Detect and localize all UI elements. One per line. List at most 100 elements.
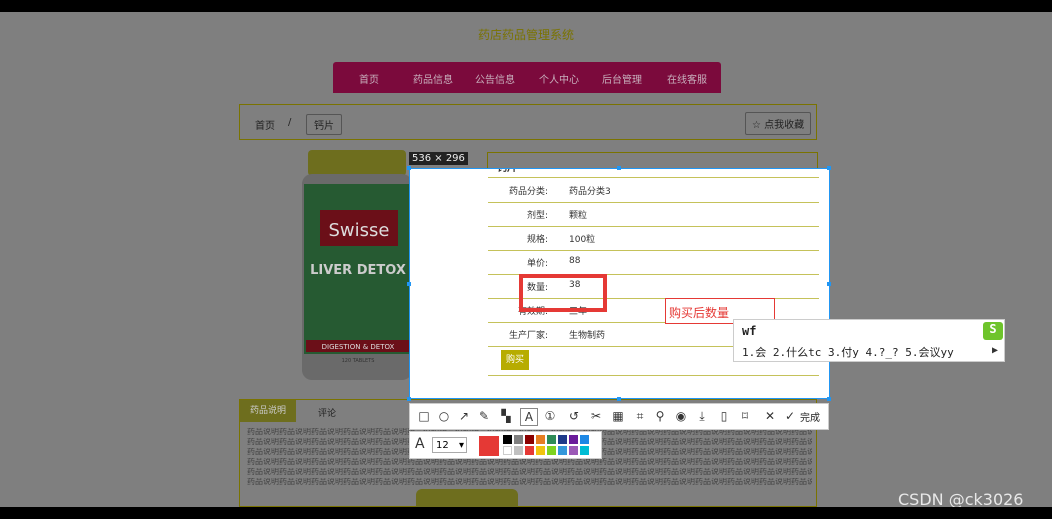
product-count-text: 120 TABLETS [342, 358, 375, 364]
pen-icon[interactable]: ✎ [476, 408, 492, 424]
tab-description[interactable]: 药品说明 [240, 400, 296, 422]
table-row: 单价: 88 [488, 250, 819, 275]
table-bottom-border [488, 375, 819, 376]
nav-item-drugs[interactable]: 药品信息 [413, 71, 453, 86]
table-row: 药品分类: 药品分类3 [488, 178, 819, 203]
field-label: 规格: [526, 235, 548, 245]
field-label: 药品分类: [508, 187, 548, 197]
rect-icon[interactable]: □ [416, 408, 432, 424]
color-swatch[interactable] [558, 435, 567, 444]
field-label: 剂型: [526, 211, 548, 221]
ime-input: wf [742, 324, 757, 338]
phone-icon[interactable]: ▯ [716, 408, 732, 424]
arrow-icon[interactable]: ↗ [456, 408, 472, 424]
color-swatch[interactable] [514, 446, 523, 455]
font-icon: A [415, 436, 425, 452]
breadcrumb-separator: / [288, 117, 292, 128]
ime-candidate-window: wf S 1.会 2.什么tc 3.付y 4.?_? 5.会议yy ▶ [733, 319, 1005, 362]
field-value: 颗粒 [569, 211, 588, 221]
resize-handle[interactable] [827, 397, 831, 401]
text-style-bar: A 12 ▾ [409, 431, 602, 459]
product-sub-text: DIGESTION & DETOX [322, 343, 395, 351]
pin-icon[interactable]: ⚲ [652, 408, 668, 424]
nav-item-admin[interactable]: 后台管理 [602, 71, 642, 86]
description-text: 药品说明药品说明药品说明药品说明药品说明药品说明药品说明药品说明药品说明药品说明… [247, 468, 812, 476]
main-nav: 首页 药品信息 公告信息 个人中心 后台管理 在线客服 [333, 62, 721, 93]
color-swatch[interactable] [525, 435, 534, 444]
tab-comments[interactable]: 评论 [318, 406, 336, 419]
description-text: 药品说明药品说明药品说明药品说明药品说明药品说明药品说明药品说明药品说明药品说明… [247, 478, 812, 486]
number-icon[interactable]: ① [542, 408, 558, 424]
bottom-black-bar [0, 507, 1052, 519]
sogou-logo-icon: S [983, 322, 1003, 340]
color-swatch[interactable] [514, 435, 523, 444]
capture-selection[interactable]: 钙片 药品分类: 药品分类3 剂型: 颗粒 规格: 100粒 单价: 88 数量: 38 … [409, 168, 830, 399]
breadcrumb-home[interactable]: 首页 [255, 117, 275, 132]
resize-handle[interactable] [407, 397, 411, 401]
color-swatch[interactable] [580, 435, 589, 444]
color-swatch[interactable] [547, 446, 556, 455]
nav-item-home[interactable]: 首页 [359, 71, 379, 86]
field-label: 单价: [526, 259, 548, 269]
color-swatch[interactable] [536, 446, 545, 455]
done-button[interactable]: 完成 [800, 409, 820, 424]
ime-candidates[interactable]: 1.会 2.什么tc 3.付y 4.?_? 5.会议yy [742, 344, 954, 360]
color-swatch[interactable] [503, 446, 512, 455]
breadcrumb: 首页 / 钙片 ☆ 点我收藏 [239, 104, 817, 140]
check-icon: ✓ [784, 409, 796, 423]
field-value: 生物制药 [569, 331, 606, 341]
color-swatch[interactable] [547, 435, 556, 444]
product-brand-text: Swisse [329, 220, 390, 241]
mosaic-icon[interactable]: ▚ [498, 408, 514, 424]
close-icon[interactable]: ✕ [762, 408, 778, 424]
product-line-text: LIVER DETOX [310, 263, 406, 278]
color-swatch[interactable] [525, 446, 534, 455]
selection-dimensions: 536 × 296 [409, 152, 468, 165]
ocr-icon[interactable]: ▦ [610, 408, 626, 424]
text-icon[interactable]: A [520, 408, 538, 426]
table-row: 规格: 100粒 [488, 226, 819, 251]
table-top-border [488, 169, 819, 178]
nav-item-notices[interactable]: 公告信息 [475, 71, 515, 86]
product-image: Swisse LIVER DETOX DIGESTION & DETOX 120… [302, 150, 412, 380]
color-swatch[interactable] [536, 435, 545, 444]
bookmark-icon[interactable]: ⌑ [737, 408, 753, 424]
color-swatch[interactable] [569, 446, 578, 455]
field-value: 88 [569, 256, 581, 266]
font-size-select[interactable]: 12 ▾ [432, 437, 467, 453]
top-black-bar [0, 0, 1052, 12]
resize-handle[interactable] [827, 166, 831, 170]
nav-item-support[interactable]: 在线客服 [667, 71, 707, 86]
record-icon[interactable]: ◉ [673, 408, 689, 424]
color-swatch[interactable] [580, 446, 589, 455]
scissors-icon[interactable]: ✂ [588, 408, 604, 424]
ellipse-icon[interactable]: ○ [436, 408, 452, 424]
field-value: 药品分类3 [569, 187, 611, 197]
nav-item-profile[interactable]: 个人中心 [539, 71, 579, 86]
resize-handle[interactable] [617, 166, 621, 170]
breadcrumb-current: 钙片 [306, 114, 342, 135]
color-swatch[interactable] [503, 435, 512, 444]
undo-icon[interactable]: ↺ [566, 408, 582, 424]
resize-handle[interactable] [407, 166, 411, 170]
description-image [416, 489, 518, 507]
download-icon[interactable]: ⤓ [694, 408, 710, 424]
scan-icon[interactable]: ⌗ [632, 408, 648, 424]
table-row: 剂型: 颗粒 [488, 202, 819, 227]
buy-button[interactable]: 购买 [501, 350, 529, 370]
resize-handle[interactable] [617, 397, 621, 401]
resize-handle[interactable] [407, 282, 411, 286]
favorite-button[interactable]: ☆ 点我收藏 [745, 112, 812, 135]
field-label: 生产厂家: [508, 331, 548, 341]
color-swatch[interactable] [558, 446, 567, 455]
capture-toolbar: □ ○ ↗ ✎ ▚ A ① ↺ ✂ ▦ ⌗ ⚲ ◉ ⤓ ▯ ⌑ ✕ ✓ 完成 [409, 403, 829, 430]
annotation-text: 购买后数量 [669, 306, 730, 320]
next-page-icon[interactable]: ▶ [992, 345, 998, 356]
resize-handle[interactable] [827, 282, 831, 286]
current-color-swatch[interactable] [479, 436, 499, 456]
color-swatch[interactable] [569, 435, 578, 444]
annotation-rectangle[interactable] [519, 274, 607, 312]
chevron-down-icon: ▾ [458, 440, 464, 451]
description-text: 药品说明药品说明药品说明药品说明药品说明药品说明药品说明药品说明药品说明药品说明… [247, 458, 812, 466]
font-size-value: 12 [436, 440, 449, 451]
